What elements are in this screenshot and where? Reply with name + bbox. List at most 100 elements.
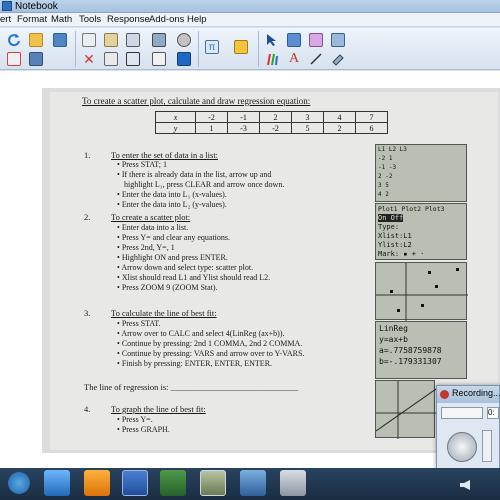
capture-icon[interactable] xyxy=(152,52,166,66)
calc-line: Type: xyxy=(378,223,400,231)
select-arrow-icon[interactable] xyxy=(265,33,279,47)
menu-help[interactable]: Help xyxy=(187,13,207,27)
table-cell: -2 xyxy=(259,122,292,134)
menu-bar: ert Format Math Tools Response Add-ons H… xyxy=(0,13,500,27)
recording-widget[interactable]: Recording... 0: xyxy=(436,385,500,470)
math-pi-icon[interactable]: π xyxy=(205,40,219,54)
menu-tools[interactable]: Tools xyxy=(79,13,101,27)
start-button[interactable] xyxy=(8,472,30,494)
list-item: • Press 2nd, Y=, 1 xyxy=(117,243,175,252)
list-item: • If there is already data in the list, … xyxy=(117,170,272,179)
fill-icon[interactable] xyxy=(331,33,345,47)
calc-line: LinReg xyxy=(379,324,408,333)
close-box-icon[interactable] xyxy=(177,52,191,66)
title-bar: Notebook xyxy=(0,0,500,13)
copy-icon[interactable] xyxy=(82,33,96,47)
table-cell: 2 xyxy=(323,122,356,134)
window-title: Notebook xyxy=(15,1,58,12)
section-number: 1. xyxy=(84,150,91,160)
eraser-icon[interactable] xyxy=(309,33,323,47)
paste-icon[interactable] xyxy=(104,33,118,47)
refresh-icon[interactable] xyxy=(7,33,21,47)
list-item: • Press STAT; 1 xyxy=(117,160,167,169)
cloud-app-icon[interactable] xyxy=(44,470,70,496)
menu-format[interactable]: Format xyxy=(17,13,47,27)
text-tool-icon[interactable]: A xyxy=(287,52,301,66)
table-cell: -2 xyxy=(195,111,228,123)
calc-line: -1 -3 xyxy=(378,164,397,171)
insert-table-icon[interactable] xyxy=(152,33,166,47)
calc-linreg-screen: LinReg y=ax+b a=.7758759878 b=-.17933130… xyxy=(375,321,467,379)
list-item: • Highlight ON and press ENTER. xyxy=(117,253,228,262)
calc-scatter-screen xyxy=(375,262,468,321)
list-item: • Press GRAPH. xyxy=(117,425,170,434)
list-item: • Enter the data into L₂ (y-values). xyxy=(117,200,227,209)
worksheet-heading: To create a scatter plot, calculate and … xyxy=(82,96,311,106)
scatter-plot-graph xyxy=(376,263,468,321)
lock-icon[interactable] xyxy=(234,40,248,54)
section-title: To graph the line of best fit: xyxy=(111,404,206,414)
table-row: y 1 -3 -2 5 2 6 xyxy=(155,122,388,134)
record-button[interactable] xyxy=(447,432,477,462)
table-cell: -1 xyxy=(227,111,260,123)
list-item: • Arrow over to CALC and select 4(LinReg… xyxy=(117,329,285,338)
recording-header: Recording... xyxy=(437,386,500,403)
calc-graph-screen xyxy=(375,380,437,439)
table-cell: 5 xyxy=(291,122,324,134)
section-number: 2. xyxy=(84,212,91,222)
toolbar-separator xyxy=(198,31,199,67)
app-icon[interactable] xyxy=(160,470,186,496)
table-cell: x xyxy=(155,111,196,123)
section-title: To calculate the line of best fit: xyxy=(111,308,217,318)
calc-line: a=.7758759878 xyxy=(379,346,442,355)
calc-line: -2 1 xyxy=(378,155,393,162)
regression-graph xyxy=(375,381,437,439)
menu-insert[interactable]: ert xyxy=(0,13,11,27)
calculator-app-icon[interactable] xyxy=(200,470,226,496)
record-dot-icon xyxy=(440,390,449,399)
pen-tools-icon[interactable] xyxy=(287,33,301,47)
list-item: • Arrow down and select type: scatter pl… xyxy=(117,263,254,272)
line-tool-icon[interactable] xyxy=(309,52,323,66)
open-folder-icon[interactable] xyxy=(29,33,43,47)
list-item: • Finish by pressing: ENTER, ENTER, ENTE… xyxy=(117,359,273,368)
pens-icon[interactable] xyxy=(265,52,279,66)
magnifier-icon[interactable] xyxy=(177,33,191,47)
audio-source-dropdown[interactable] xyxy=(441,407,483,419)
table-cell: 2 xyxy=(259,111,292,123)
page-icon[interactable] xyxy=(104,52,118,66)
data-table: x -2 -1 2 3 4 7 y 1 -3 -2 5 2 6 xyxy=(155,111,388,134)
regression-line-prompt: The line of regression is: _____________… xyxy=(84,382,299,392)
calc-line: 3 5 xyxy=(378,182,389,189)
menu-addons[interactable]: Add-ons xyxy=(149,13,184,27)
timer-field: 0: xyxy=(487,407,499,419)
list-item: • Press ZOOM 9 (ZOOM Stat). xyxy=(117,283,218,292)
section-number: 4. xyxy=(84,404,91,414)
menu-math[interactable]: Math xyxy=(51,13,72,27)
calc-line: L1 L2 L3 xyxy=(378,146,407,153)
app-icon[interactable] xyxy=(280,470,306,496)
calc-line: Plot1 Plot2 Plot3 xyxy=(378,205,445,213)
outlook-icon[interactable] xyxy=(84,470,110,496)
menu-response[interactable]: Response xyxy=(107,13,150,27)
shape-tool-icon[interactable] xyxy=(331,52,345,66)
table-cell: 3 xyxy=(291,111,324,123)
save-icon[interactable] xyxy=(29,52,43,66)
recording-title: Recording... xyxy=(452,388,500,398)
list-item: • Press Y=. xyxy=(117,415,153,424)
list-item: • Enter the data into L₁ (x-values). xyxy=(117,190,227,199)
table-icon[interactable] xyxy=(126,52,140,66)
notebook-task-icon[interactable] xyxy=(240,470,266,496)
list-item: • Xlist should read L1 and Ylist should … xyxy=(117,273,271,282)
recording-options-button[interactable] xyxy=(482,430,492,462)
delete-x-icon[interactable]: ✕ xyxy=(82,52,96,66)
table-cell: 1 xyxy=(195,122,228,134)
calc-line: Xlist:L1 xyxy=(378,232,412,240)
screen-icon[interactable] xyxy=(53,33,67,47)
table-cell: -3 xyxy=(227,122,260,134)
delete-page-icon[interactable] xyxy=(7,52,21,66)
word-icon[interactable] xyxy=(122,470,148,496)
calc-line: y=ax+b xyxy=(379,335,408,344)
list-item: • Continue by pressing: 2nd 1 COMMA, 2nd… xyxy=(117,339,303,348)
screen-shade-icon[interactable] xyxy=(126,33,140,47)
